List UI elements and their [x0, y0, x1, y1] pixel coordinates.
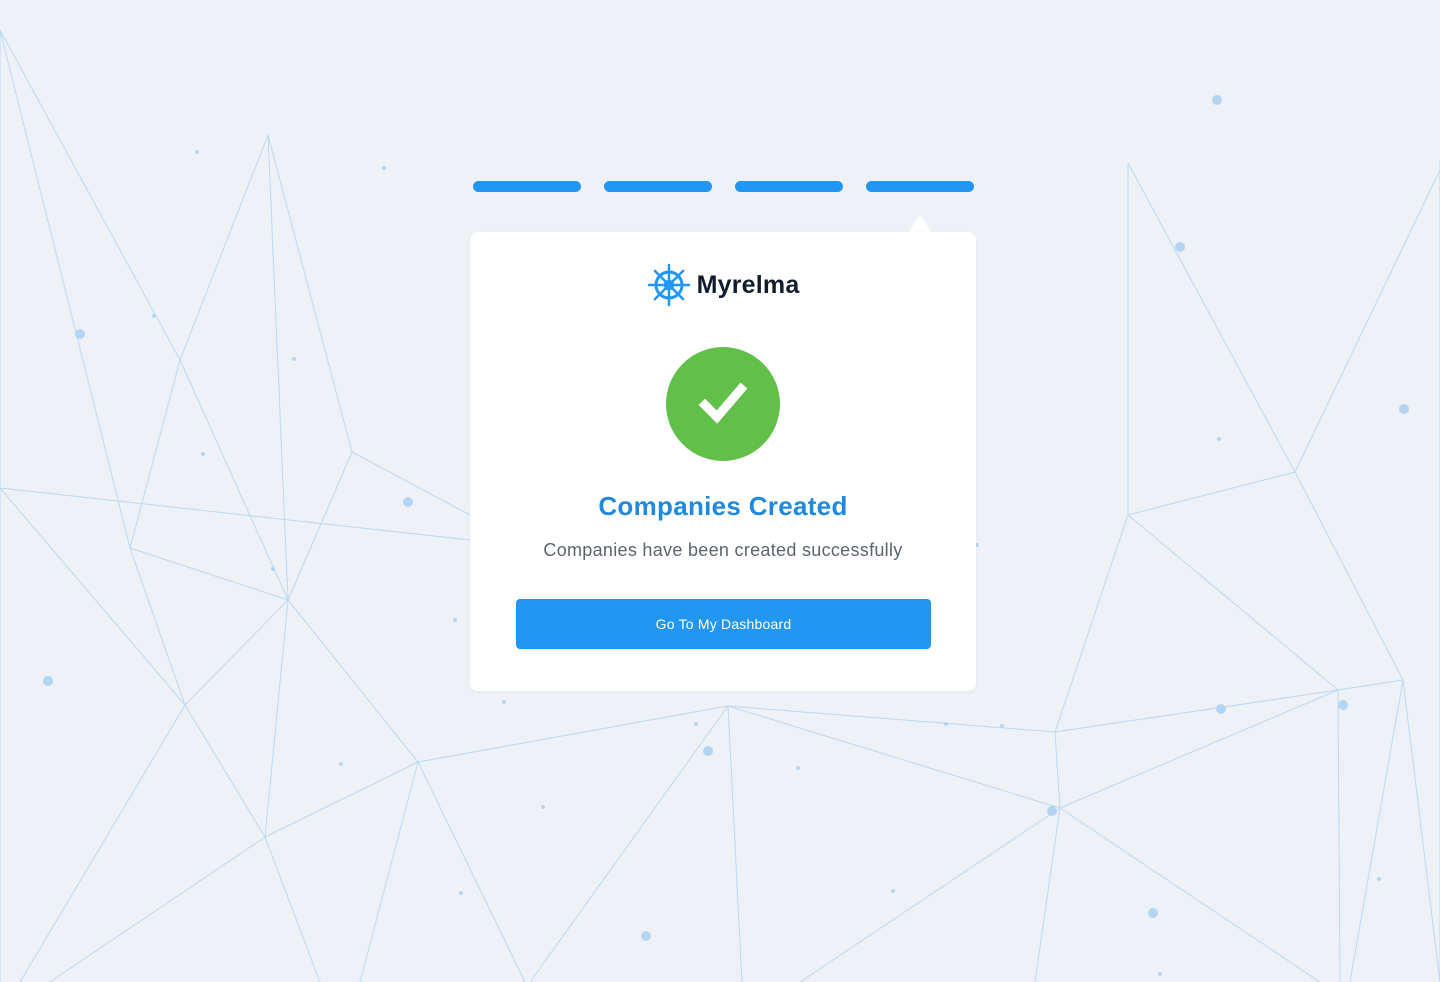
background-dot — [502, 700, 506, 704]
background-dot — [1217, 437, 1221, 441]
background-line — [0, 487, 186, 706]
background-dot — [1338, 700, 1348, 710]
background-dot — [195, 150, 199, 154]
background-line — [0, 29, 181, 361]
background-dot — [403, 497, 413, 507]
background-line — [1337, 679, 1404, 691]
background-dot — [1216, 704, 1226, 714]
background-dot — [541, 805, 545, 809]
active-step-pointer — [909, 214, 931, 232]
background-dot — [1047, 806, 1057, 816]
success-message: Companies have been created successfully — [543, 540, 903, 560]
background-dot — [703, 746, 713, 756]
progress-step-4 — [866, 181, 974, 192]
background-line — [727, 705, 1056, 733]
background-line — [1402, 679, 1440, 982]
background-dot — [201, 452, 205, 456]
background-dot — [796, 766, 800, 770]
background-dot — [271, 567, 275, 571]
background-dot — [453, 618, 457, 622]
background-line — [264, 836, 321, 982]
background-dot — [1399, 404, 1409, 414]
background-line — [49, 836, 266, 982]
background-line — [264, 761, 419, 838]
background-line — [179, 359, 289, 601]
background-dot — [1212, 95, 1222, 105]
background-line — [184, 599, 289, 706]
background-line — [1127, 162, 1296, 473]
background-line — [1054, 514, 1129, 733]
background-line — [1127, 471, 1296, 516]
background-dot — [1148, 908, 1158, 918]
background-line — [129, 547, 289, 601]
progress-step-1 — [473, 181, 581, 192]
background-dot — [1158, 972, 1162, 976]
progress-step-2 — [604, 181, 712, 192]
go-to-dashboard-button[interactable]: Go To My Dashboard — [516, 599, 931, 649]
background-dot — [891, 889, 895, 893]
background-line — [1294, 471, 1404, 681]
background-line — [1294, 169, 1440, 473]
background-line — [129, 547, 186, 706]
background-dot — [152, 314, 156, 318]
background-line — [1127, 514, 1339, 691]
checkmark-icon — [698, 382, 748, 424]
success-card: Myrelma Companies Created Companies have… — [470, 232, 976, 691]
background-line — [417, 761, 526, 982]
background-line — [179, 134, 269, 361]
success-badge — [666, 347, 780, 461]
background-line — [0, 29, 131, 549]
background-dot — [641, 931, 651, 941]
background-line — [727, 705, 1061, 809]
background-line — [1349, 679, 1404, 982]
background-dot — [459, 891, 463, 895]
background-dot — [694, 722, 698, 726]
background-dot — [75, 329, 85, 339]
background-line — [727, 705, 743, 982]
background-line — [129, 359, 181, 549]
background-line — [529, 705, 729, 982]
background-line — [0, 487, 471, 541]
progress-steps — [473, 181, 975, 192]
background-line — [417, 705, 729, 763]
background-line — [1054, 689, 1339, 733]
background-dot — [339, 762, 343, 766]
background-line — [19, 704, 186, 982]
background-line — [264, 599, 289, 838]
ship-wheel-icon — [647, 263, 690, 307]
background-dot — [944, 722, 948, 726]
background-line — [1034, 807, 1061, 982]
background-line — [184, 704, 266, 838]
background-line — [1059, 689, 1339, 809]
background-line — [287, 599, 419, 763]
background-line — [267, 134, 289, 601]
background-line — [1054, 731, 1061, 809]
background-line — [799, 807, 1061, 982]
brand-name: Myrelma — [696, 270, 800, 299]
background-dot — [43, 676, 53, 686]
background-line — [359, 761, 419, 982]
progress-step-3 — [735, 181, 843, 192]
success-title: Companies Created — [598, 491, 848, 521]
brand-logo: Myrelma — [470, 262, 976, 308]
background-line — [1337, 689, 1341, 982]
background-line — [1059, 807, 1321, 982]
background-dot — [1175, 242, 1185, 252]
background-dot — [1377, 877, 1381, 881]
background-line — [267, 134, 353, 453]
background-dot — [382, 166, 386, 170]
background-dot — [1000, 724, 1004, 728]
background-dot — [292, 357, 296, 361]
